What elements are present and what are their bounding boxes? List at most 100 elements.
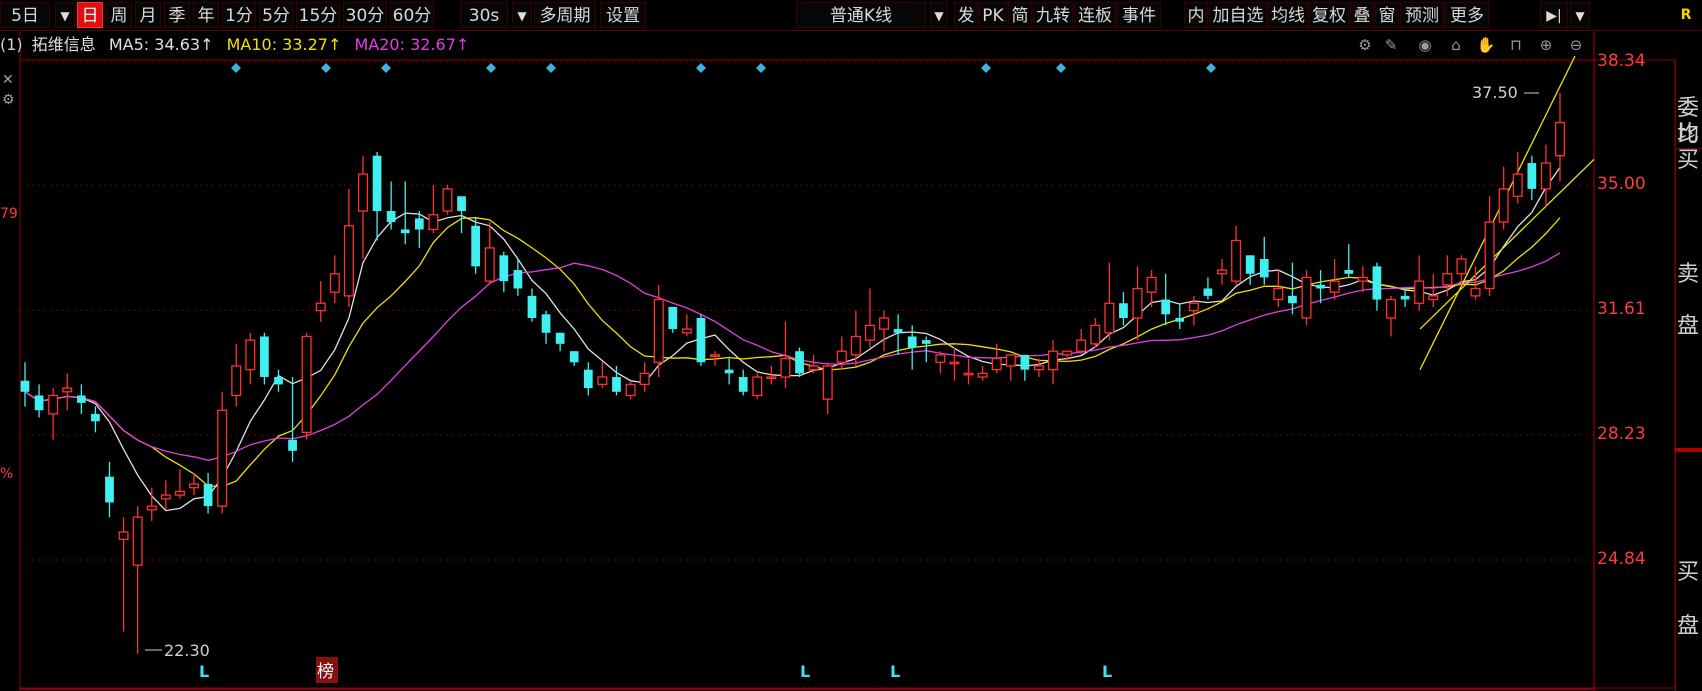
toolbar-button-1[interactable]: PK: [979, 2, 1007, 28]
chart-type-arrow[interactable]: ▼: [930, 2, 948, 28]
candle[interactable]: [62, 373, 73, 411]
right-label-pan[interactable]: 盘: [1677, 314, 1699, 340]
event-diamond-marker[interactable]: [1206, 63, 1216, 73]
candle[interactable]: [1132, 266, 1143, 341]
candle[interactable]: [1316, 270, 1325, 304]
candle[interactable]: [1344, 244, 1354, 278]
candles[interactable]: [20, 92, 1566, 654]
event-diamond-marker[interactable]: [1056, 63, 1066, 73]
l-marker[interactable]: L: [1102, 662, 1112, 681]
candle[interactable]: [1385, 295, 1397, 337]
candle[interactable]: [442, 185, 453, 215]
candle[interactable]: [274, 369, 283, 392]
candle[interactable]: [879, 310, 890, 352]
settings-gear-icon[interactable]: ⚙: [1354, 34, 1376, 56]
candle[interactable]: [1259, 236, 1269, 285]
candle[interactable]: [372, 152, 382, 241]
candle[interactable]: [583, 362, 593, 396]
candle[interactable]: [1048, 340, 1059, 385]
candle[interactable]: [315, 281, 326, 322]
candle[interactable]: [1245, 255, 1255, 285]
candle[interactable]: [217, 391, 228, 514]
candle[interactable]: [696, 314, 706, 366]
candle[interactable]: [681, 314, 692, 337]
candle[interactable]: [795, 347, 804, 378]
candle[interactable]: [118, 517, 129, 632]
candle[interactable]: [343, 188, 354, 307]
candle[interactable]: [1428, 273, 1439, 307]
bank-icon[interactable]: ⌂: [1445, 34, 1467, 56]
candle[interactable]: [48, 388, 59, 440]
candle[interactable]: [1372, 262, 1382, 311]
candle[interactable]: [1527, 155, 1537, 200]
candle[interactable]: [203, 472, 213, 514]
candle[interactable]: [414, 211, 424, 248]
candle[interactable]: [1175, 303, 1185, 330]
candlestick-chart[interactable]: 37.50 22.30 L 榜 L L L: [0, 0, 1702, 691]
candle[interactable]: [668, 306, 678, 333]
candle[interactable]: [738, 369, 748, 396]
toolbar-button-8[interactable]: 均线: [1268, 2, 1308, 28]
toolbar-button-0[interactable]: 发: [954, 2, 978, 28]
candle[interactable]: [1554, 92, 1566, 182]
event-diamond-marker[interactable]: [981, 63, 991, 73]
l-marker[interactable]: L: [199, 662, 209, 681]
candle[interactable]: [597, 362, 608, 389]
event-markers[interactable]: [231, 63, 1216, 73]
candle[interactable]: [1104, 262, 1115, 341]
bang-marker[interactable]: 榜: [317, 662, 334, 682]
close-icon[interactable]: ✕: [2, 72, 14, 88]
candle[interactable]: [1231, 225, 1242, 285]
candle[interactable]: [91, 406, 100, 433]
candle[interactable]: [174, 469, 185, 499]
settings-button[interactable]: 设置: [600, 2, 646, 28]
candle[interactable]: [850, 310, 861, 366]
candle[interactable]: [160, 480, 171, 510]
candle[interactable]: [977, 365, 988, 381]
candle[interactable]: [428, 185, 439, 234]
toolbar-button-11[interactable]: 窗: [1375, 2, 1399, 28]
gear-icon[interactable]: ⚙: [2, 92, 15, 108]
period-tab-1[interactable]: 周: [106, 2, 132, 28]
candle[interactable]: [1005, 354, 1016, 381]
candle[interactable]: [1119, 292, 1128, 326]
period-tab-2[interactable]: 月: [135, 2, 161, 28]
period-tab-8[interactable]: 30分: [343, 2, 387, 28]
candle[interactable]: [1442, 255, 1453, 296]
candle[interactable]: [752, 373, 763, 400]
candle[interactable]: [1498, 166, 1509, 230]
toolbar-button-5[interactable]: 事件: [1117, 2, 1161, 28]
toolbar-button-6[interactable]: 内: [1184, 2, 1208, 28]
candle[interactable]: [569, 351, 579, 366]
candle[interactable]: [105, 461, 114, 518]
candle[interactable]: [329, 255, 340, 304]
candle[interactable]: [357, 155, 368, 259]
candle[interactable]: [864, 288, 875, 348]
candle[interactable]: [1090, 318, 1101, 348]
interval-dropdown-arrow[interactable]: ▼: [512, 2, 532, 28]
candle[interactable]: [1484, 196, 1495, 296]
candle[interactable]: [499, 251, 509, 293]
period-tab-7[interactable]: 15分: [296, 2, 340, 28]
candle[interactable]: [1033, 358, 1044, 378]
l-marker[interactable]: L: [800, 662, 810, 681]
event-diamond-marker[interactable]: [486, 63, 496, 73]
toolbar-button-10[interactable]: 叠: [1350, 2, 1374, 28]
candle[interactable]: [301, 332, 312, 440]
candle[interactable]: [146, 487, 157, 521]
candle[interactable]: [1217, 258, 1228, 285]
candle[interactable]: [288, 377, 297, 462]
candle[interactable]: [1203, 277, 1213, 300]
candle[interactable]: [1020, 354, 1030, 381]
period-tab-0[interactable]: 日: [77, 2, 103, 28]
zoom-in-icon[interactable]: ⊕: [1535, 34, 1557, 56]
candle[interactable]: [555, 332, 565, 352]
candle[interactable]: [921, 336, 931, 363]
event-diamond-marker[interactable]: [756, 63, 766, 73]
candle[interactable]: [260, 332, 269, 385]
candle[interactable]: [76, 384, 86, 414]
candle[interactable]: [471, 218, 481, 274]
period-tab-5[interactable]: 1分: [222, 2, 256, 28]
event-diamond-marker[interactable]: [696, 63, 706, 73]
candle[interactable]: [625, 380, 636, 400]
